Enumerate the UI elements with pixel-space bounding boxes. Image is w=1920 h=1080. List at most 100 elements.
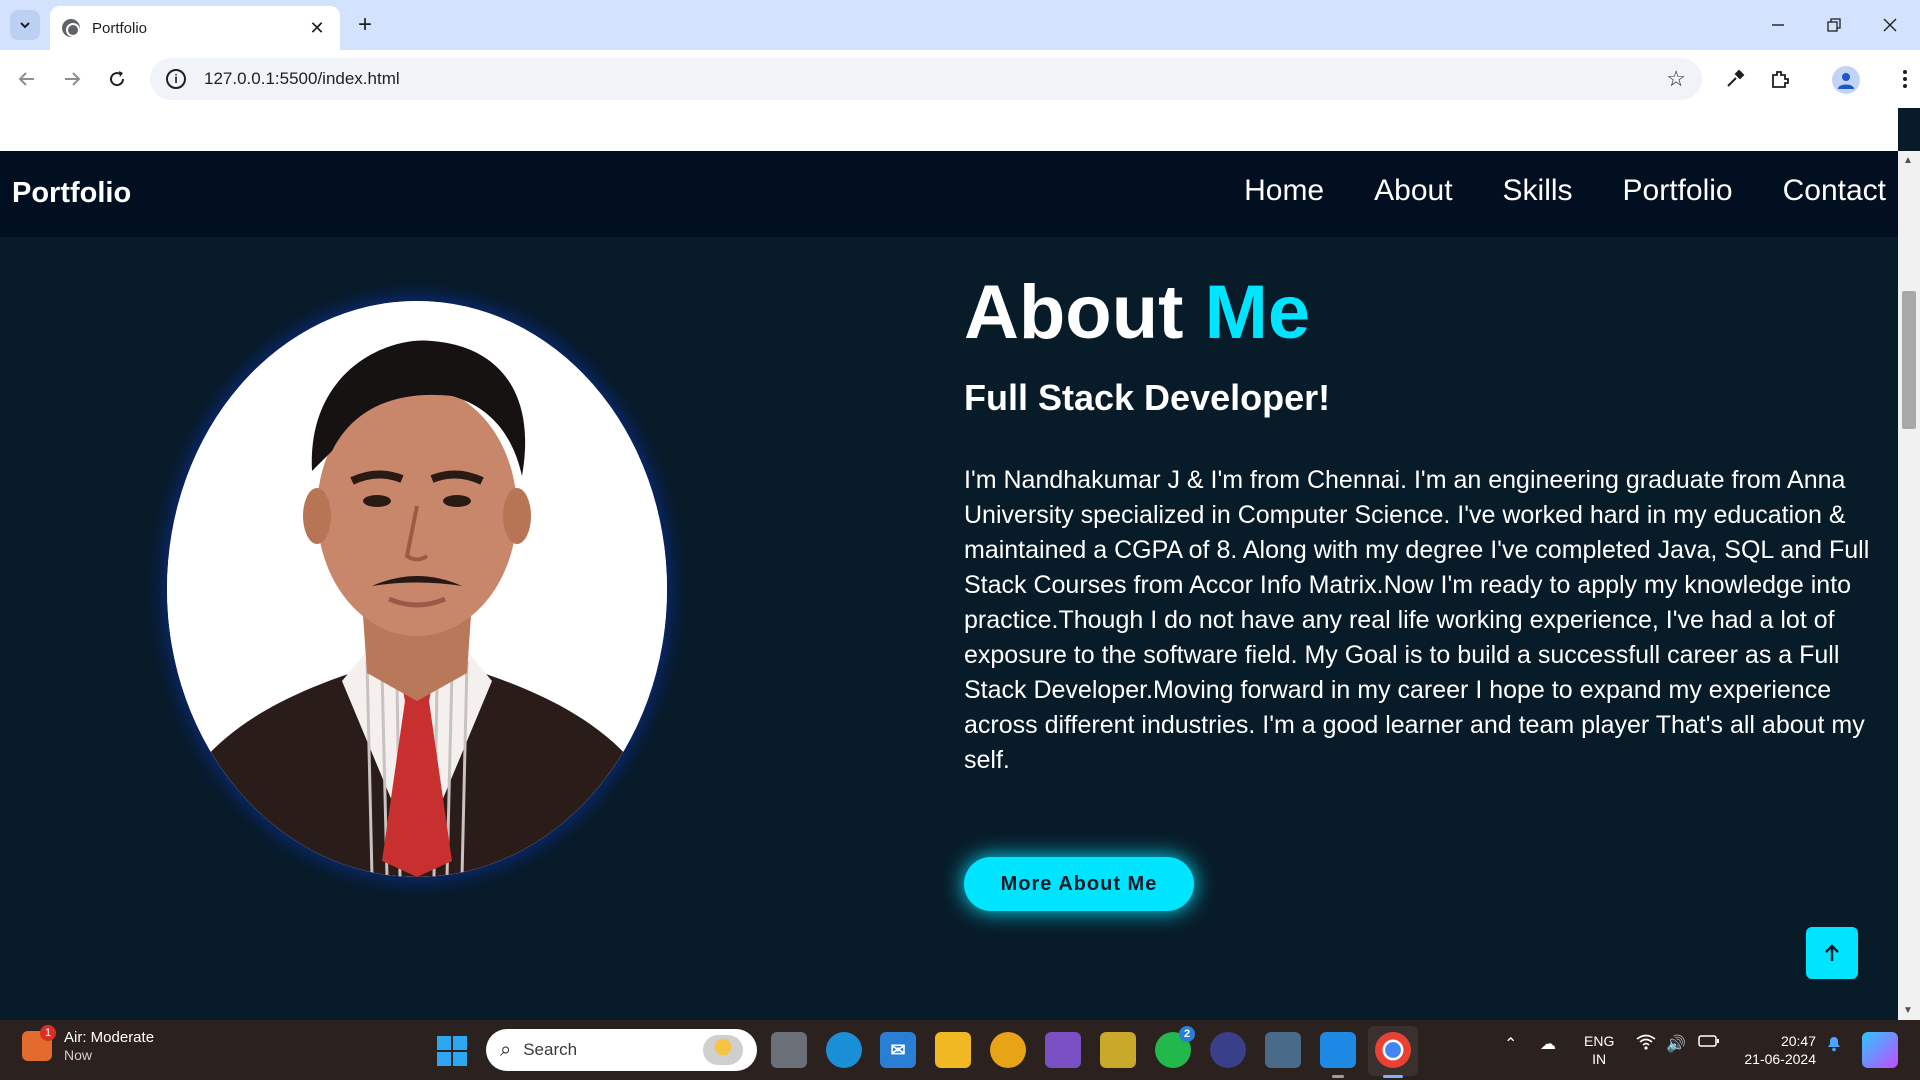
new-tab-button[interactable]: + — [352, 12, 378, 38]
page-scrollbar[interactable]: ▲ ▼ — [1898, 151, 1920, 1020]
nav-portfolio-link[interactable]: Portfolio — [1623, 174, 1733, 208]
site-info-icon[interactable]: i — [166, 69, 186, 89]
minimize-button[interactable] — [1750, 8, 1806, 42]
scroll-down-arrow-icon[interactable]: ▼ — [1903, 1005, 1913, 1016]
more-about-me-button[interactable]: More About Me — [964, 857, 1194, 911]
search-highlight-icon — [703, 1035, 743, 1065]
mysql-workbench-icon[interactable] — [1265, 1032, 1301, 1068]
site-navbar: Portfolio Home About Skills Portfolio Co… — [0, 151, 1898, 237]
bookmark-star-icon[interactable]: ☆ — [1666, 66, 1686, 92]
mail-icon[interactable]: ✉ — [880, 1032, 916, 1068]
chevron-down-icon — [20, 22, 30, 29]
task-view-icon[interactable] — [771, 1032, 807, 1068]
nav-home-link[interactable]: Home — [1244, 174, 1324, 208]
profile-avatar[interactable] — [1832, 66, 1860, 94]
weather-badge: 1 — [40, 1024, 56, 1041]
volume-icon[interactable]: 🔊 — [1666, 1034, 1686, 1054]
browser-toolbar: i 127.0.0.1:5500/index.html ☆ — [0, 50, 1920, 108]
minimize-icon — [1772, 24, 1784, 26]
air-quality-icon: 1 — [22, 1024, 56, 1061]
about-heading: About Me — [964, 269, 1310, 356]
language-indicator[interactable]: ENG IN — [1584, 1032, 1614, 1068]
address-bar[interactable]: i 127.0.0.1:5500/index.html ☆ — [150, 58, 1702, 100]
about-heading-main: About — [964, 270, 1184, 355]
weather-widget[interactable]: 1 Air: Moderate Now — [22, 1024, 155, 1063]
arrow-left-icon — [18, 72, 34, 86]
role-subheading: Full Stack Developer! — [964, 377, 1331, 418]
eyedropper-icon — [1727, 69, 1745, 87]
chrome-alt-icon[interactable] — [990, 1032, 1026, 1068]
nav-skills-link[interactable]: Skills — [1503, 174, 1573, 208]
person-icon — [1838, 73, 1854, 89]
eyedropper-button[interactable] — [1718, 62, 1752, 96]
chrome-icon[interactable] — [1375, 1032, 1411, 1068]
arrow-right-icon — [65, 72, 81, 86]
close-window-button[interactable] — [1862, 8, 1918, 42]
taskbar-clock[interactable]: 20:47 21-06-2024 — [1738, 1032, 1816, 1068]
browser-tab-bar: Portfolio ✕ + — [0, 0, 1920, 50]
whatsapp-badge: 2 — [1179, 1026, 1195, 1042]
start-logo-tile — [437, 1036, 451, 1050]
search-icon: ⌕ — [500, 1038, 512, 1061]
forward-button[interactable] — [55, 62, 89, 96]
puzzle-icon — [1772, 71, 1789, 88]
copilot-icon[interactable] — [1862, 1032, 1898, 1068]
extensions-button[interactable] — [1763, 62, 1797, 96]
url-text[interactable]: 127.0.0.1:5500/index.html — [204, 69, 1666, 89]
whatsapp-icon[interactable]: 2 — [1155, 1026, 1195, 1068]
language-code: ENG — [1584, 1033, 1615, 1049]
vscode-icon[interactable] — [1320, 1032, 1356, 1068]
nav-contact-link[interactable]: Contact — [1783, 174, 1886, 208]
restore-icon — [1827, 18, 1841, 32]
clock-date: 21-06-2024 — [1744, 1051, 1816, 1067]
wifi-glyph-icon — [1636, 1034, 1656, 1050]
vscode-running-indicator — [1332, 1075, 1344, 1078]
web-page: Portfolio Home About Skills Portfolio Co… — [0, 151, 1898, 1020]
file-explorer-icon[interactable] — [935, 1032, 971, 1068]
scrollbar-thumb[interactable] — [1902, 291, 1916, 429]
windows-start-button[interactable] — [437, 1036, 467, 1066]
notification-bell-icon[interactable] — [1826, 1034, 1842, 1057]
start-logo-tile — [453, 1052, 467, 1066]
weather-title: Air: Moderate — [64, 1029, 155, 1046]
edge-browser-icon[interactable] — [826, 1032, 862, 1068]
scroll-up-arrow-icon[interactable]: ▲ — [1903, 155, 1913, 166]
reload-icon — [110, 71, 125, 87]
back-button[interactable] — [10, 62, 44, 96]
visual-studio-icon[interactable] — [1045, 1032, 1081, 1068]
profile-portrait-image — [167, 301, 667, 877]
scroll-to-top-button[interactable] — [1806, 927, 1858, 979]
taskbar-search-placeholder: Search — [523, 1040, 578, 1059]
wifi-icon[interactable] — [1636, 1034, 1656, 1055]
close-icon — [1883, 18, 1897, 32]
show-hidden-icons-button[interactable]: ⌃ — [1504, 1034, 1517, 1054]
profile-photo — [167, 301, 667, 877]
tab-close-button[interactable]: ✕ — [306, 18, 328, 39]
browser-menu-button[interactable] — [1888, 62, 1920, 96]
start-logo-tile — [437, 1052, 451, 1066]
page-top-area — [0, 108, 1898, 151]
onedrive-icon[interactable]: ☁ — [1540, 1034, 1556, 1054]
arrow-up-icon — [1825, 944, 1839, 961]
battery-glyph-icon — [1698, 1035, 1719, 1047]
nav-about-link[interactable]: About — [1374, 174, 1452, 208]
app-icon[interactable] — [1100, 1032, 1136, 1068]
site-logo[interactable]: Portfolio — [12, 177, 131, 210]
reload-button[interactable] — [100, 62, 134, 96]
more-vertical-icon — [1903, 70, 1907, 88]
language-region: IN — [1592, 1051, 1607, 1067]
globe-icon — [62, 19, 80, 37]
taskbar-search[interactable]: ⌕ Search — [486, 1029, 757, 1071]
start-logo-tile — [453, 1036, 467, 1050]
tab-title: Portfolio — [92, 19, 148, 37]
windows-taskbar: 1 Air: Moderate Now ⌕ Search ✉ 2 ⌃ ☁ ENG… — [0, 1020, 1920, 1080]
about-paragraph: I'm Nandhakumar J & I'm from Chennai. I'… — [964, 466, 1870, 774]
weather-subtitle: Now — [64, 1047, 93, 1063]
eclipse-icon[interactable] — [1210, 1032, 1246, 1068]
battery-icon[interactable] — [1698, 1034, 1720, 1053]
nav-links: Home About Skills Portfolio Contact — [1244, 174, 1886, 208]
tab-search-button[interactable] — [10, 10, 40, 40]
clock-time: 20:47 — [1780, 1033, 1816, 1049]
restore-button[interactable] — [1806, 8, 1862, 42]
browser-tab[interactable]: Portfolio ✕ — [50, 6, 340, 50]
